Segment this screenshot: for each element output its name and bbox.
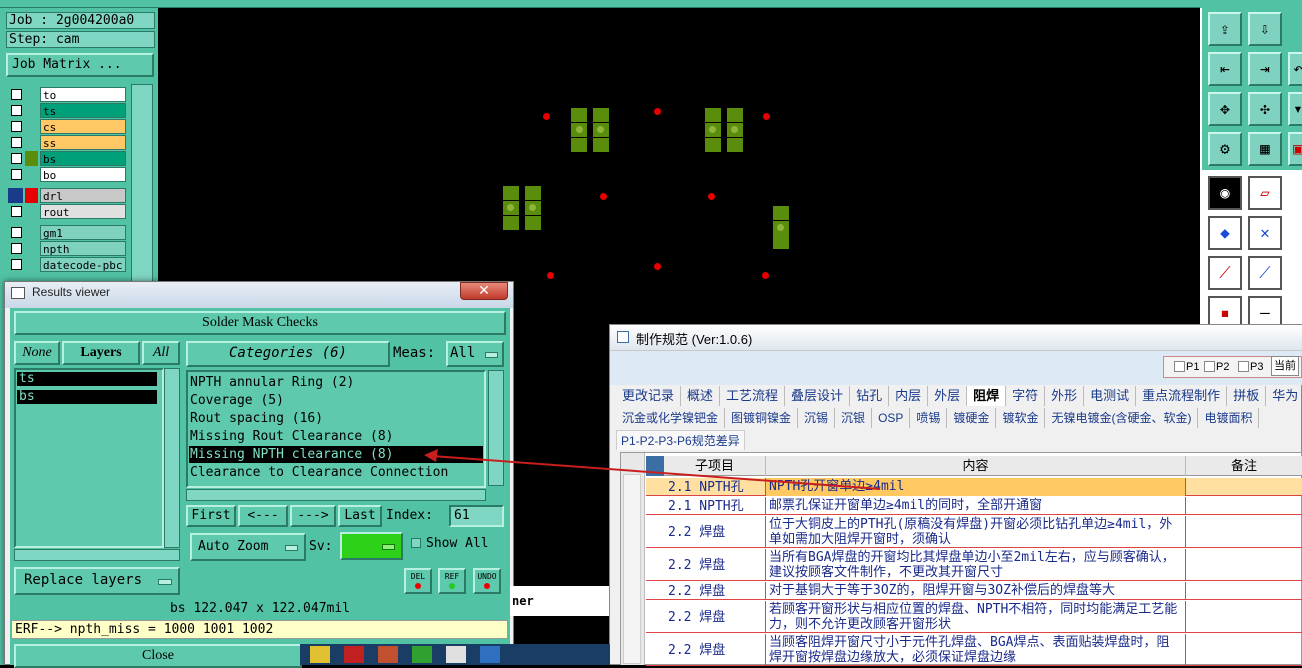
pointer-arrow [424, 449, 881, 490]
